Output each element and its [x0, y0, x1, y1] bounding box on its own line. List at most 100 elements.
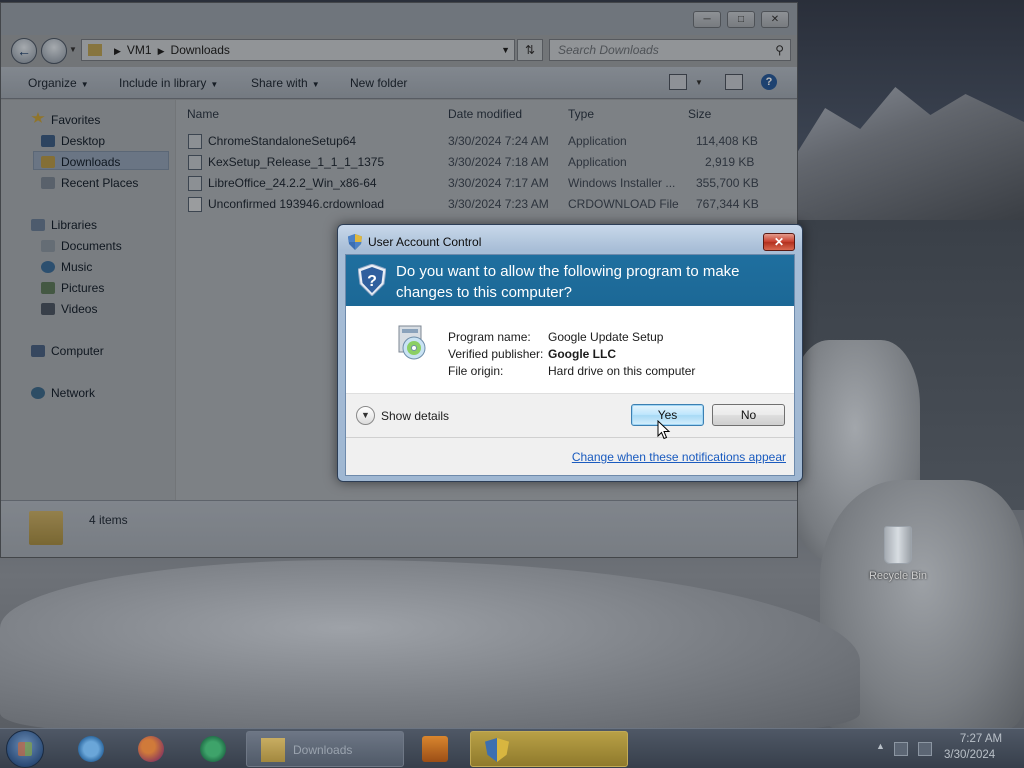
file-origin-label: File origin:	[448, 364, 504, 378]
nav-videos[interactable]: Videos	[61, 302, 97, 316]
libraries-icon	[31, 219, 45, 231]
uac-content: ? Do you want to allow the following pro…	[345, 254, 795, 476]
share-with-menu[interactable]: Share with ▼	[251, 76, 320, 90]
taskbar-downloads-window[interactable]: Downloads	[246, 731, 404, 767]
refresh-button[interactable]: ⇅	[517, 39, 543, 61]
program-name-value: Google Update Setup	[548, 330, 664, 344]
installer-icon	[188, 176, 202, 191]
file-type: Application	[568, 155, 627, 169]
file-type: Application	[568, 134, 627, 148]
uac-question: Do you want to allow the following progr…	[396, 263, 740, 301]
explorer-titlebar[interactable]: ─ □ ✕	[1, 3, 797, 35]
uac-actions: ▼ Show details Yes No	[346, 393, 794, 437]
forward-button[interactable]	[41, 38, 67, 64]
show-details-chevron-icon[interactable]: ▼	[356, 406, 375, 425]
column-header-date[interactable]: Date modified	[448, 107, 522, 121]
column-header-name[interactable]: Name	[187, 107, 219, 121]
taskbar-downloads-label: Downloads	[293, 743, 353, 757]
address-bar[interactable]: ▶ VM1 ▶ Downloads ▼	[81, 39, 515, 61]
media-player-icon	[422, 736, 448, 762]
file-name: LibreOffice_24.2.2_Win_x86-64	[208, 176, 377, 190]
file-size: 355,700 KB	[696, 176, 759, 190]
close-button[interactable]: ✕	[763, 233, 795, 251]
no-button[interactable]: No	[712, 404, 785, 426]
kex-icon	[200, 736, 226, 762]
clock-time[interactable]: 7:27 AM	[952, 733, 1010, 745]
installer-cd-icon	[398, 325, 426, 360]
nav-network[interactable]: Network	[51, 386, 95, 400]
breadcrumb-downloads[interactable]: Downloads	[171, 43, 230, 57]
organize-menu[interactable]: Organize ▼	[28, 76, 89, 90]
file-name: KexSetup_Release_1_1_1_1375	[208, 155, 385, 169]
close-button[interactable]: ✕	[761, 11, 789, 28]
volume-icon[interactable]	[918, 742, 932, 756]
column-header-size[interactable]: Size	[688, 107, 711, 121]
application-icon	[188, 134, 202, 149]
media-player-button[interactable]	[406, 732, 462, 766]
show-hidden-icons-button[interactable]: ▲	[876, 741, 885, 751]
nav-computer[interactable]: Computer	[51, 344, 104, 358]
file-type: CRDOWNLOAD File	[568, 197, 679, 211]
chevron-down-icon: ▼	[311, 80, 320, 89]
nav-favorites[interactable]: Favorites	[51, 113, 100, 127]
column-header-type[interactable]: Type	[568, 107, 594, 121]
file-row[interactable]: Unconfirmed 193946.crdownload 3/30/2024 …	[176, 194, 797, 215]
network-status-icon[interactable]	[894, 742, 908, 756]
help-icon[interactable]: ?	[761, 74, 777, 90]
file-size: 2,919 KB	[705, 155, 755, 169]
nav-documents[interactable]: Documents	[61, 239, 122, 253]
command-bar: Organize ▼ Include in library ▼ Share with…	[1, 67, 797, 99]
uac-banner: ? Do you want to allow the following pro…	[346, 255, 794, 306]
file-row[interactable]: LibreOffice_24.2.2_Win_x86-64 3/30/2024 …	[176, 173, 797, 194]
item-count: 4 items	[89, 513, 128, 527]
chevron-down-icon[interactable]: ▼	[501, 40, 510, 60]
details-pane: 4 items	[1, 500, 797, 557]
recycle-bin-label: Recycle Bin	[868, 570, 928, 582]
nav-recent-places[interactable]: Recent Places	[61, 176, 138, 190]
breadcrumb-vm1[interactable]: VM1	[127, 43, 152, 57]
taskbar: Downloads ▲ 7:27 AM 3/30/2024	[0, 728, 1024, 768]
nav-desktop[interactable]: Desktop	[61, 134, 105, 148]
chevron-down-icon[interactable]: ▼	[695, 78, 703, 87]
view-options-icon[interactable]	[669, 74, 687, 90]
minimize-button[interactable]: ─	[693, 11, 721, 28]
nav-music[interactable]: Music	[61, 260, 92, 274]
preview-pane-icon[interactable]	[725, 74, 743, 90]
taskbar-uac-prompt[interactable]	[470, 731, 628, 767]
recent-pages-icon[interactable]: ▼	[69, 45, 77, 54]
question-shield-icon: ?	[358, 264, 386, 296]
kex-button[interactable]	[184, 732, 240, 766]
file-row[interactable]: KexSetup_Release_1_1_1_1375 3/30/2024 7:…	[176, 152, 797, 173]
navigation-bar: ← ▼ ▶ VM1 ▶ Downloads ▼ ⇅ Search Downloads …	[1, 35, 797, 65]
show-details-button[interactable]: Show details	[381, 409, 449, 423]
file-origin-value: Hard drive on this computer	[548, 364, 696, 378]
recent-places-icon	[41, 177, 55, 189]
file-date: 3/30/2024 7:24 AM	[448, 134, 549, 148]
search-input[interactable]: Search Downloads ⚲	[549, 39, 791, 61]
folder-icon	[261, 738, 285, 762]
new-folder-button[interactable]: New folder	[350, 76, 407, 90]
uac-title: User Account Control	[368, 235, 482, 249]
file-row[interactable]: ChromeStandaloneSetup64 3/30/2024 7:24 A…	[176, 131, 797, 152]
change-notifications-link[interactable]: Change when these notifications appear	[572, 450, 786, 464]
folder-icon	[88, 44, 102, 56]
file-type: Windows Installer ...	[568, 176, 676, 190]
application-icon	[188, 155, 202, 170]
start-button[interactable]	[6, 730, 44, 768]
program-name-label: Program name:	[448, 330, 531, 344]
internet-explorer-button[interactable]	[62, 732, 118, 766]
clock-date[interactable]: 3/30/2024	[944, 749, 995, 761]
nav-pictures[interactable]: Pictures	[61, 281, 104, 295]
recycle-bin-shortcut[interactable]: Recycle Bin	[862, 526, 934, 582]
navigation-pane: Favorites Desktop Downloads Recent Place…	[1, 100, 175, 500]
maximize-button[interactable]: □	[727, 11, 755, 28]
firefox-button[interactable]	[122, 732, 178, 766]
file-icon	[188, 197, 202, 212]
chevron-right-icon: ▶	[157, 46, 165, 56]
nav-downloads[interactable]: Downloads	[61, 155, 120, 169]
documents-icon	[41, 240, 55, 252]
nav-libraries[interactable]: Libraries	[51, 218, 97, 232]
back-button[interactable]: ←	[11, 38, 37, 64]
include-in-library-menu[interactable]: Include in library ▼	[119, 76, 218, 90]
chevron-right-icon: ▶	[114, 46, 121, 56]
